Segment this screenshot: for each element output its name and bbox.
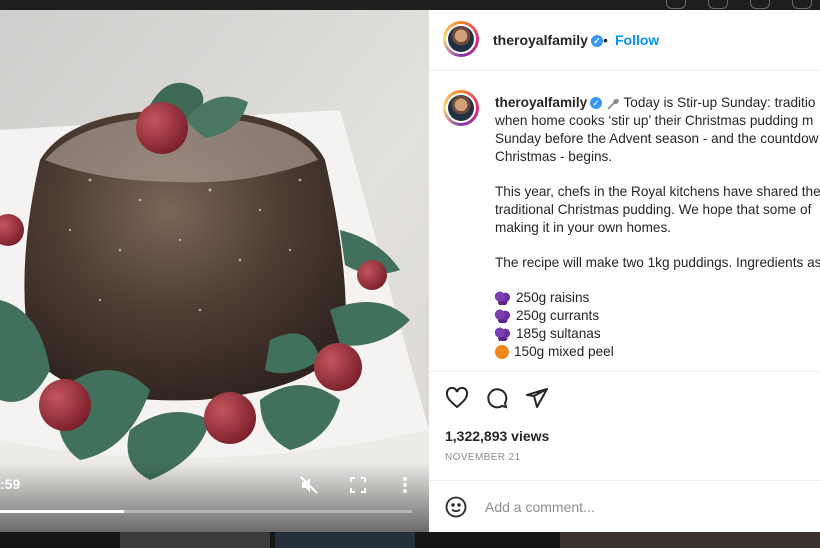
grape-icon bbox=[495, 291, 511, 305]
spoon-icon bbox=[606, 97, 620, 111]
browser-top-strip bbox=[0, 0, 820, 10]
share-icon[interactable] bbox=[525, 386, 549, 410]
video-progress-bar[interactable] bbox=[0, 510, 412, 513]
ingredient-text: 185g sultanas bbox=[516, 326, 601, 341]
caption-line-4: Christmas - begins. bbox=[495, 149, 613, 164]
username-text[interactable]: theroyalfamily bbox=[493, 32, 588, 48]
video-controls-shade bbox=[0, 462, 429, 532]
verified-badge-icon: ✓ bbox=[590, 35, 603, 48]
caption-username[interactable]: theroyalfamily bbox=[495, 95, 587, 110]
list-item: 185g sultanas bbox=[495, 325, 820, 343]
post-date[interactable]: NOVEMBER 21 bbox=[445, 452, 521, 463]
ingredient-text: 250g currants bbox=[516, 308, 600, 323]
verified-badge-icon: ✓ bbox=[590, 97, 603, 110]
comment-input[interactable]: Add a comment... bbox=[485, 499, 595, 515]
separator-dot: • bbox=[603, 32, 608, 48]
video-progress-fill bbox=[0, 510, 124, 513]
orange-icon bbox=[495, 345, 509, 359]
caption-line-2: when home cooks ‘stir up’ their Christma… bbox=[495, 113, 814, 128]
post-caption: theroyalfamily ✓ Today is Stir-up Sunday:… bbox=[495, 94, 820, 361]
caption-para3: The recipe will make two 1kg puddings. I… bbox=[495, 255, 820, 270]
comment-icon[interactable] bbox=[485, 386, 509, 410]
ingredient-text: 150g mixed peel bbox=[514, 344, 614, 359]
header-divider bbox=[429, 70, 820, 71]
emoji-icon[interactable] bbox=[445, 496, 467, 518]
like-heart-icon[interactable] bbox=[445, 386, 469, 410]
post-actions bbox=[445, 386, 549, 410]
new-post-icon[interactable] bbox=[750, 0, 770, 9]
messenger-icon[interactable] bbox=[708, 0, 728, 9]
actions-divider bbox=[429, 371, 820, 372]
mute-icon[interactable] bbox=[300, 476, 318, 494]
list-item: 150g mixed peel bbox=[495, 343, 820, 361]
author-username-header[interactable]: theroyalfamily ✓ bbox=[493, 32, 603, 48]
grape-icon bbox=[495, 309, 511, 323]
comment-bar: Add a comment... bbox=[429, 480, 820, 532]
pudding-image bbox=[0, 10, 429, 532]
author-avatar[interactable] bbox=[443, 21, 479, 57]
video-time: :59 bbox=[0, 476, 21, 492]
top-nav-icons bbox=[666, 0, 820, 10]
caption-line-3: Sunday before the Advent season - and th… bbox=[495, 131, 819, 146]
post-video[interactable]: :59 bbox=[0, 10, 429, 532]
ingredient-text: 250g raisins bbox=[516, 290, 590, 305]
fullscreen-icon[interactable] bbox=[349, 476, 367, 494]
caption-line-1: Today is Stir-up Sunday: traditio bbox=[623, 95, 816, 110]
caption-para2-line-1: This year, chefs in the Royal kitchens h… bbox=[495, 184, 820, 199]
list-item: 250g raisins bbox=[495, 289, 820, 307]
view-count[interactable]: 1,322,893 views bbox=[445, 428, 549, 444]
home-icon[interactable] bbox=[666, 0, 686, 9]
caption-para2-line-2: traditional Christmas pudding. We hope t… bbox=[495, 202, 812, 217]
ingredients-list: 250g raisins 250g currants 185g sultanas… bbox=[495, 289, 820, 361]
list-item: 250g currants bbox=[495, 307, 820, 325]
grape-icon bbox=[495, 327, 511, 341]
follow-button[interactable]: Follow bbox=[615, 32, 659, 48]
caption-para2-line-3: making it in your own homes. bbox=[495, 220, 672, 235]
background-feed-strip bbox=[0, 532, 820, 548]
explore-icon[interactable] bbox=[792, 0, 812, 9]
caption-avatar[interactable] bbox=[443, 90, 479, 126]
more-options-icon[interactable] bbox=[396, 476, 414, 494]
post-side-panel: theroyalfamily ✓ • Follow theroyalfamily ✓… bbox=[429, 10, 820, 532]
